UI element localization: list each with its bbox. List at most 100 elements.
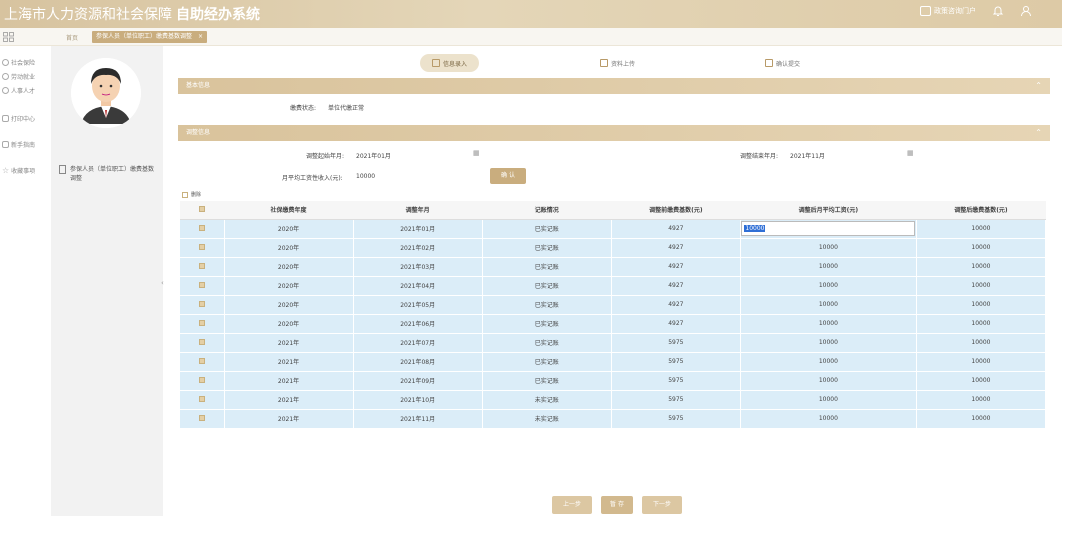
table-cell[interactable]: 10000 — [740, 409, 917, 429]
nav-item-favorites[interactable]: ☆ 收藏事项 — [2, 166, 35, 176]
user-icon[interactable] — [1020, 5, 1032, 17]
row-checkbox[interactable] — [198, 395, 205, 402]
table-cell[interactable]: 10000 — [740, 371, 917, 391]
table-cell: 5975 — [611, 409, 741, 429]
table-row[interactable]: 2020年 2021年01月 已实记账 4927 10000 10000 — [180, 219, 1047, 239]
next-step-button[interactable]: 下一步 — [642, 496, 682, 514]
profile-panel: 参保人员（单位职工）缴费基数调整 — [51, 46, 163, 516]
row-checkbox[interactable] — [198, 262, 205, 269]
row-select-cell[interactable] — [180, 371, 225, 391]
table-cell[interactable]: 10000 — [740, 238, 917, 258]
step-upload[interactable]: 资料上传 — [600, 54, 635, 72]
payment-status-value: 单位代缴正常 — [328, 105, 365, 112]
table-cell: 2021年05月 — [353, 295, 483, 315]
nav-item-social-insurance[interactable]: 社会保险 — [2, 58, 35, 67]
service-portal-link[interactable]: 政策咨询门户 — [920, 6, 976, 16]
table-cell[interactable]: 10000 — [740, 314, 917, 334]
select-all-checkbox[interactable] — [199, 205, 205, 212]
delete-checkbox[interactable] — [182, 191, 188, 198]
delete-checkbox-group[interactable]: 删除 — [182, 191, 201, 198]
table-cell: 10000 — [916, 409, 1047, 429]
step-info-entry[interactable]: 信息录入 — [420, 54, 480, 72]
select-all-cell[interactable] — [180, 201, 224, 220]
row-checkbox[interactable] — [198, 338, 205, 345]
section-adjust-info-header[interactable]: 调整信息 ⌃ — [178, 125, 1050, 141]
nav-item-personnel[interactable]: 人事人才 — [2, 86, 35, 95]
calendar-icon[interactable]: ▦ — [473, 149, 480, 157]
row-select-cell[interactable] — [180, 238, 225, 258]
section-title: 调整信息 — [186, 129, 211, 136]
row-checkbox[interactable] — [198, 357, 205, 364]
chevron-up-icon[interactable]: ⌃ — [1035, 78, 1042, 94]
row-select-cell[interactable] — [180, 390, 225, 410]
row-select-cell[interactable] — [180, 276, 225, 296]
grid-menu-icon[interactable] — [3, 32, 14, 42]
calendar-icon[interactable]: ▦ — [907, 149, 914, 157]
end-month-input[interactable]: 2021年11月 — [790, 151, 825, 160]
table-row[interactable]: 2020年 2021年04月 已实记账 4927 10000 10000 — [180, 276, 1047, 296]
tab-home[interactable]: 首页 — [66, 33, 78, 42]
nav-item-label: 新手指南 — [11, 142, 36, 149]
row-checkbox[interactable] — [198, 224, 205, 231]
section-title: 基本信息 — [186, 82, 211, 89]
table-row[interactable]: 2021年 2021年09月 已实记账 5975 10000 10000 — [180, 371, 1047, 391]
table-cell[interactable]: 10000 — [740, 257, 917, 277]
chevron-up-icon[interactable]: ⌃ — [1035, 125, 1042, 141]
table-cell: 2021年10月 — [353, 390, 483, 410]
row-checkbox[interactable] — [198, 376, 205, 383]
row-checkbox[interactable] — [198, 414, 205, 421]
shield-icon — [2, 59, 9, 66]
nav-item-employment[interactable]: 劳动就业 — [2, 72, 35, 81]
star-icon: ☆ — [2, 166, 10, 175]
save-draft-button[interactable]: 暂 存 — [601, 496, 633, 514]
table-row[interactable]: 2020年 2021年06月 已实记账 4927 10000 10000 — [180, 314, 1047, 334]
prev-step-button[interactable]: 上一步 — [552, 496, 592, 514]
start-month-input[interactable]: 2021年01月 — [356, 151, 391, 160]
table-cell: 4927 — [611, 238, 741, 258]
table-row[interactable]: 2020年 2021年05月 已实记账 4927 10000 10000 — [180, 295, 1047, 315]
table-cell[interactable]: 10000 — [740, 333, 917, 353]
section-basic-info-header[interactable]: 基本信息 ⌃ — [178, 78, 1050, 94]
row-select-cell[interactable] — [180, 295, 225, 315]
table-cell[interactable]: 10000 — [740, 352, 917, 372]
table-cell: 已实记账 — [482, 238, 612, 258]
nav-item-print-center[interactable]: 打印中心 — [2, 114, 35, 123]
table-row[interactable]: 2020年 2021年03月 已实记账 4927 10000 10000 — [180, 257, 1047, 277]
step-confirm[interactable]: 确认提交 — [765, 54, 800, 72]
nav-item-guide[interactable]: 新手指南 — [2, 140, 35, 149]
table-cell[interactable]: 10000 — [740, 276, 917, 296]
profile-service-link[interactable]: 参保人员（单位职工）缴费基数调整 — [59, 164, 159, 182]
row-select-cell[interactable] — [180, 352, 225, 372]
table-row[interactable]: 2020年 2021年02月 已实记账 4927 10000 10000 — [180, 238, 1047, 258]
row-checkbox[interactable] — [198, 300, 205, 307]
tab-contribution-adjust[interactable]: 参保人员（单位职工）缴费基数调整 × — [92, 31, 208, 43]
table-cell: 已实记账 — [482, 333, 612, 353]
step-indicator: 信息录入 资料上传 确认提交 — [170, 54, 1062, 74]
close-tab-icon[interactable]: × — [198, 33, 203, 40]
income-label: 月平均工资性收入(元): — [282, 175, 343, 182]
table-row[interactable]: 2021年 2021年11月 未实记账 5975 10000 10000 — [180, 409, 1047, 429]
income-input[interactable]: 10000 — [356, 173, 375, 180]
row-select-cell[interactable] — [180, 219, 225, 239]
collapse-arrow-icon[interactable]: ‹ — [161, 279, 164, 287]
avg-wage-input[interactable]: 10000 — [741, 221, 916, 236]
table-cell: 2021年 — [224, 371, 354, 391]
table-row[interactable]: 2021年 2021年10月 未实记账 5975 10000 10000 — [180, 390, 1047, 410]
table-row[interactable]: 2021年 2021年07月 已实记账 5975 10000 10000 — [180, 333, 1047, 353]
row-select-cell[interactable] — [180, 314, 225, 334]
row-checkbox[interactable] — [198, 243, 205, 250]
bell-icon[interactable] — [992, 5, 1004, 17]
row-checkbox[interactable] — [198, 281, 205, 288]
confirm-button[interactable]: 确 认 — [490, 168, 526, 184]
upload-icon — [600, 59, 608, 67]
table-cell[interactable]: 10000 — [740, 390, 917, 410]
row-select-cell[interactable] — [180, 257, 225, 277]
table-cell[interactable]: 10000 — [740, 219, 917, 239]
row-select-cell[interactable] — [180, 409, 225, 429]
table-cell: 2020年 — [224, 238, 354, 258]
row-checkbox[interactable] — [198, 319, 205, 326]
table-cell: 2021年06月 — [353, 314, 483, 334]
row-select-cell[interactable] — [180, 333, 225, 353]
table-cell[interactable]: 10000 — [740, 295, 917, 315]
table-row[interactable]: 2021年 2021年08月 已实记账 5975 10000 10000 — [180, 352, 1047, 372]
